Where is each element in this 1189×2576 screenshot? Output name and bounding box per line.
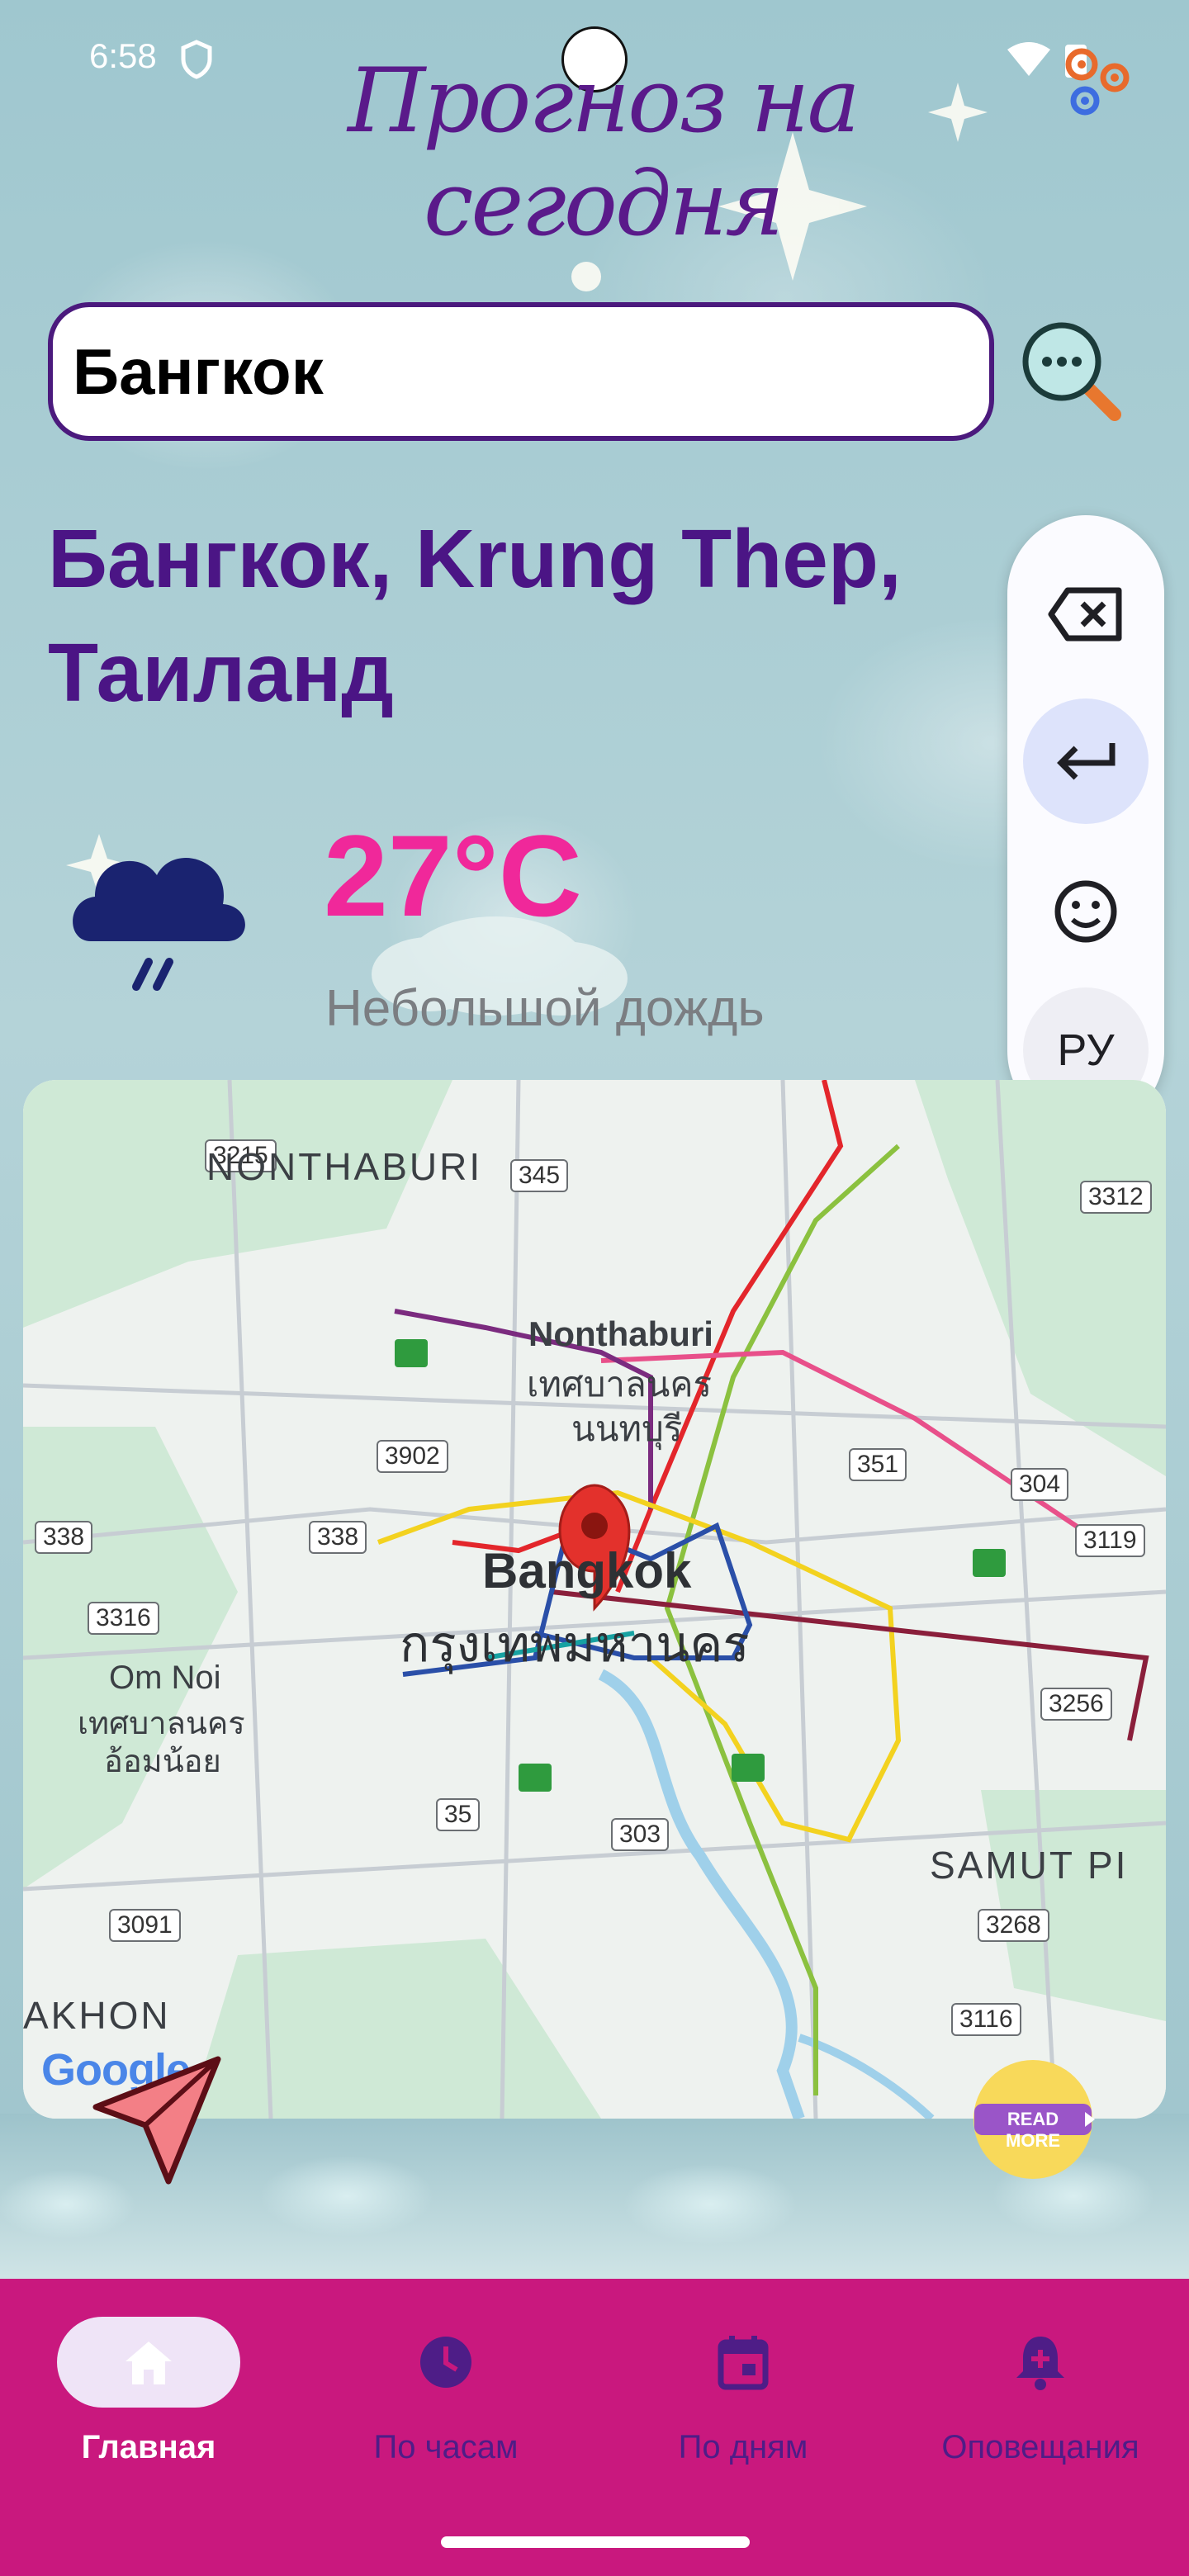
map-view[interactable]: 3215 345 3312 3902 351 304 338 338 3119 … bbox=[23, 1080, 1166, 2119]
temperature: 27°C bbox=[324, 811, 582, 940]
clock-icon bbox=[420, 2337, 471, 2388]
nav-label: Оповещания bbox=[941, 2429, 1139, 2465]
backspace-icon[interactable] bbox=[1023, 552, 1149, 677]
weather-description: Небольшой дождь bbox=[325, 980, 765, 1037]
read-more-button[interactable]: READ MORE bbox=[971, 2057, 1095, 2181]
search-icon[interactable] bbox=[1017, 317, 1125, 424]
nav-label: По часам bbox=[373, 2429, 519, 2465]
status-time: 6:58 bbox=[89, 36, 157, 75]
map-label-town: Om Noi bbox=[109, 1660, 221, 1696]
rain-cloud-icon bbox=[73, 857, 245, 991]
map-label-thai: นนทบุรี bbox=[571, 1409, 683, 1448]
nav-item-alerts[interactable]: Оповещания bbox=[892, 2317, 1189, 2466]
keyboard-floating-toolbar: РУ bbox=[1007, 515, 1164, 1129]
map-label-capital-thai: กรุงเทพมหานคร bbox=[400, 1617, 750, 1672]
app-title: Прогноз на сегодня bbox=[348, 50, 860, 256]
nav-item-home[interactable]: Главная bbox=[0, 2317, 297, 2466]
calendar-icon bbox=[718, 2336, 769, 2390]
map-label-province: NONTHABURI bbox=[206, 1145, 483, 1188]
location-name: Бангкок, Krung Thep, Таиланд bbox=[48, 513, 902, 719]
settings-gears-icon[interactable] bbox=[1049, 36, 1139, 127]
enter-icon[interactable] bbox=[1023, 698, 1149, 824]
emoji-icon[interactable] bbox=[1023, 849, 1149, 974]
read-more-label: READ MORE bbox=[1006, 2109, 1060, 2151]
map-label-capital: Bangkok bbox=[482, 1543, 692, 1598]
map-label-city: Nonthaburi bbox=[528, 1314, 713, 1353]
search-input[interactable]: Бангкок bbox=[48, 302, 994, 441]
nav-label: По дням bbox=[678, 2429, 808, 2465]
nav-label: Главная bbox=[81, 2429, 216, 2465]
bottom-navigation: Главная По часам По дням Оповещания bbox=[0, 2279, 1189, 2576]
map-label-province: AKHON bbox=[23, 1994, 171, 2037]
send-location-icon[interactable] bbox=[88, 2049, 228, 2190]
nav-item-daily[interactable]: По дням bbox=[594, 2317, 892, 2466]
map-label-province: SAMUT PI bbox=[930, 1844, 1129, 1887]
nav-item-hourly[interactable]: По часам bbox=[297, 2317, 594, 2466]
gesture-home-bar[interactable] bbox=[441, 2536, 750, 2548]
bell-plus-icon bbox=[1016, 2337, 1064, 2390]
map-label-thai: อ้อมน้อย bbox=[104, 1745, 221, 1779]
home-icon bbox=[126, 2342, 172, 2384]
